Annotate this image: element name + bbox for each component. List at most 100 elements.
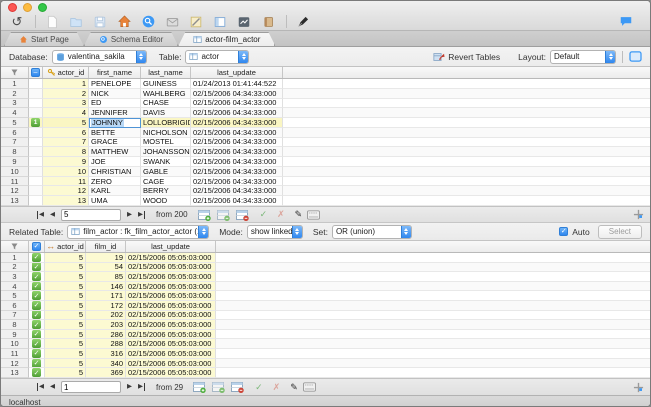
delete-record-button[interactable] <box>236 209 249 221</box>
cell-last-update[interactable]: 02/15/2006 04:34:33:000 <box>191 138 283 148</box>
row-number-cell[interactable]: 1 <box>1 79 29 89</box>
row-select-cell[interactable] <box>29 108 43 118</box>
cell-last-update[interactable]: 02/15/2006 04:34:33:000 <box>191 89 283 99</box>
cell-first-name[interactable]: ED <box>89 99 141 109</box>
cell-last-name[interactable]: BERRY <box>141 186 191 196</box>
report-button[interactable] <box>260 14 276 29</box>
cell-first-name[interactable]: ZERO <box>89 177 141 187</box>
cell-last-update[interactable]: 02/15/2006 04:34:33:000 <box>191 128 283 138</box>
row-number-cell[interactable]: 2 <box>1 89 29 99</box>
record-position-input[interactable] <box>61 209 121 221</box>
cell-last-name[interactable]: LOLLOBRIGIDA <box>141 118 191 128</box>
cell-film-id[interactable]: 171 <box>86 291 126 301</box>
select-button[interactable]: Select <box>598 225 642 239</box>
cell-last-update[interactable]: 02/15/2006 04:34:33:000 <box>191 147 283 157</box>
cell-first-name[interactable]: GRACE <box>89 138 141 148</box>
cell-last-update[interactable]: 02/15/2006 05:05:03:000 <box>126 330 216 340</box>
row-number-cell[interactable]: 8 <box>1 320 29 330</box>
row-select-cell[interactable] <box>29 138 43 148</box>
cell-first-name[interactable]: KARL <box>89 186 141 196</box>
cell-last-name[interactable]: WOOD <box>141 196 191 206</box>
cell-last-update[interactable]: 02/15/2006 05:05:03:000 <box>126 311 216 321</box>
cell-last-name[interactable]: CHASE <box>141 99 191 109</box>
cell-last-update[interactable]: 02/15/2006 04:34:33:000 <box>191 108 283 118</box>
accept-changes-button[interactable]: ✓ <box>260 209 268 220</box>
open-button[interactable] <box>68 14 84 29</box>
cell-actor-id[interactable]: 6 <box>43 128 89 138</box>
minimize-button[interactable] <box>23 3 32 12</box>
column-header-actor-id[interactable]: ↔ actor_id <box>45 241 86 252</box>
cell-last-update[interactable]: 02/15/2006 05:05:03:000 <box>126 349 216 359</box>
save-button[interactable] <box>92 14 108 29</box>
row-number-cell[interactable]: 11 <box>1 349 29 359</box>
edit-record-button[interactable]: ✎ <box>290 382 298 393</box>
layout-display-button[interactable] <box>629 51 642 62</box>
first-record-button[interactable]: ◀ <box>37 383 44 391</box>
cell-actor-id[interactable]: 5 <box>45 263 86 273</box>
cell-last-name[interactable]: MOSTEL <box>141 138 191 148</box>
row-select-cell[interactable]: ✓ <box>29 339 45 349</box>
row-number-cell[interactable]: 9 <box>1 330 29 340</box>
chart-button[interactable] <box>236 14 252 29</box>
cell-last-name[interactable]: NICHOLSON <box>141 128 191 138</box>
cell-last-update[interactable]: 02/15/2006 04:34:33:000 <box>191 118 283 128</box>
filter-header-cell[interactable] <box>1 241 29 252</box>
column-header-actor-id[interactable]: actor_id <box>43 67 89 78</box>
cell-last-update[interactable]: 02/15/2006 05:05:03:000 <box>126 282 216 292</box>
cell-film-id[interactable]: 19 <box>86 253 126 263</box>
row-select-cell[interactable]: ✓ <box>29 320 45 330</box>
row-select-cell[interactable] <box>29 89 43 99</box>
cell-last-update[interactable]: 01/24/2013 01:41:44:522 <box>191 79 283 89</box>
cell-last-update[interactable]: 02/15/2006 05:05:03:000 <box>126 272 216 282</box>
cell-last-update[interactable]: 02/15/2006 04:34:33:000 <box>191 186 283 196</box>
cell-last-name[interactable]: SWANK <box>141 157 191 167</box>
select-all-header-cell[interactable]: ✓ <box>29 241 45 252</box>
record-position-input[interactable] <box>61 381 121 393</box>
cell-actor-id[interactable]: 13 <box>43 196 89 206</box>
cell-actor-id[interactable]: 7 <box>43 138 89 148</box>
cell-actor-id[interactable]: 5 <box>45 349 86 359</box>
row-number-cell[interactable]: 4 <box>1 282 29 292</box>
mail-button[interactable] <box>164 14 180 29</box>
cell-actor-id[interactable]: 5 <box>45 282 86 292</box>
row-number-cell[interactable]: 13 <box>1 196 29 206</box>
row-number-cell[interactable]: 11 <box>1 177 29 187</box>
row-number-cell[interactable]: 5 <box>1 291 29 301</box>
cell-film-id[interactable]: 146 <box>86 282 126 292</box>
column-header-last-update[interactable]: last_update <box>126 241 216 252</box>
cell-film-id[interactable]: 288 <box>86 339 126 349</box>
row-select-cell[interactable] <box>29 157 43 167</box>
row-select-cell[interactable]: ✓ <box>29 359 45 369</box>
add-record-button[interactable] <box>193 381 206 393</box>
table-select[interactable]: actor <box>185 50 249 64</box>
row-select-cell[interactable]: ✓ <box>29 263 45 273</box>
row-number-cell[interactable]: 10 <box>1 339 29 349</box>
cell-first-name[interactable]: JOE <box>89 157 141 167</box>
auto-checkbox[interactable]: ✓ <box>559 227 568 236</box>
cell-actor-id[interactable]: 10 <box>43 167 89 177</box>
cell-actor-id[interactable]: 9 <box>43 157 89 167</box>
clone-record-button[interactable] <box>212 381 225 393</box>
column-header-film-id[interactable]: film_id <box>86 241 126 252</box>
row-select-cell[interactable]: ✓ <box>29 311 45 321</box>
cell-last-update[interactable]: 02/15/2006 04:34:33:000 <box>191 177 283 187</box>
select-all-header-cell[interactable]: – <box>29 67 43 78</box>
tab-start-page[interactable]: Start Page <box>4 32 84 46</box>
row-number-cell[interactable]: 7 <box>1 311 29 321</box>
column-header-last-update[interactable]: last_update <box>191 67 283 78</box>
window-button[interactable] <box>212 14 228 29</box>
row-number-cell[interactable]: 1 <box>1 253 29 263</box>
cell-last-update[interactable]: 02/15/2006 05:05:03:000 <box>126 301 216 311</box>
row-select-cell[interactable] <box>29 167 43 177</box>
row-number-cell[interactable]: 5 <box>1 118 29 128</box>
cell-actor-id[interactable]: 5 <box>45 291 86 301</box>
previous-record-button[interactable]: ◀ <box>50 383 55 391</box>
cell-first-name[interactable]: NICK <box>89 89 141 99</box>
cell-last-name[interactable]: DAVIS <box>141 108 191 118</box>
find-button[interactable] <box>140 14 156 29</box>
row-select-cell[interactable] <box>29 177 43 187</box>
row-select-cell[interactable] <box>29 186 43 196</box>
record-editor-button[interactable] <box>303 382 316 392</box>
cell-last-update[interactable]: 02/15/2006 04:34:33:000 <box>191 167 283 177</box>
filter-header-cell[interactable] <box>1 67 29 78</box>
